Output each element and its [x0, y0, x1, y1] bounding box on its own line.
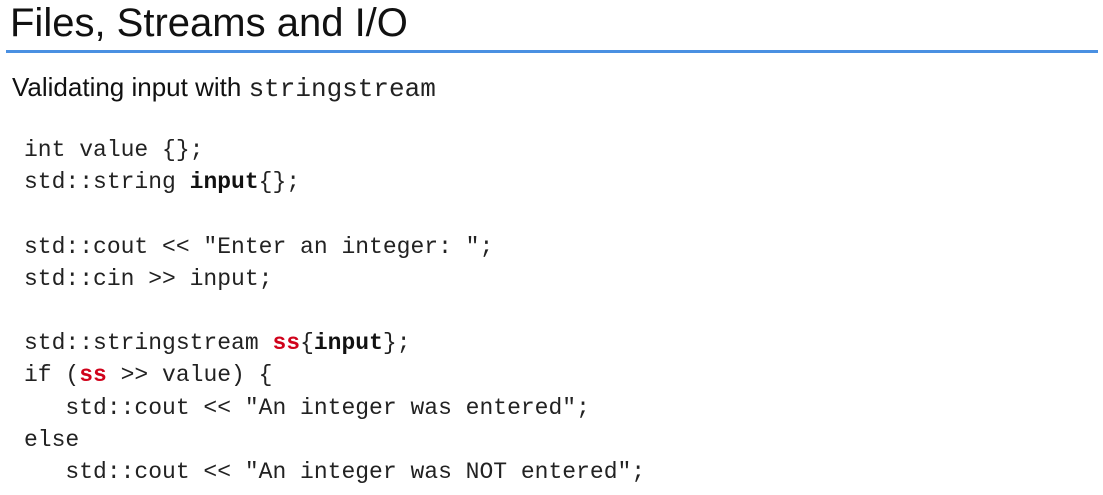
code-text: std::string	[24, 169, 190, 196]
code-highlight-ss: ss	[79, 362, 107, 389]
code-text: if (	[24, 362, 80, 389]
subtitle-code: stringstream	[248, 74, 436, 104]
code-line-3: std::cout << "Enter an integer: ";	[24, 233, 494, 260]
code-line-9: std::cout << "An integer was NOT entered…	[24, 458, 646, 485]
code-line-5: std::stringstream ss{input};	[24, 327, 645, 359]
code-line-7: std::cout << "An integer was entered";	[24, 394, 590, 421]
code-line-2: std::string input{};	[24, 166, 645, 198]
code-line-8: else	[24, 426, 80, 453]
code-highlight-input: input	[313, 330, 383, 357]
code-text: std::stringstream	[24, 330, 273, 357]
subtitle-text: Validating input with	[12, 72, 249, 102]
code-text: >> value) {	[106, 362, 273, 389]
code-text: };	[382, 330, 411, 357]
code-highlight-input: input	[189, 169, 259, 196]
slide-title: Files, Streams and I/O	[10, 1, 408, 45]
code-line-6: if (ss >> value) {	[24, 359, 645, 391]
code-text: {};	[258, 169, 301, 196]
code-text: {	[300, 330, 314, 357]
title-divider	[6, 50, 1098, 53]
code-highlight-ss: ss	[272, 330, 301, 357]
code-line-1: int value {};	[24, 137, 204, 163]
slide-subtitle: Validating input with stringstream	[12, 70, 436, 106]
code-block: int value {}; std::string input{}; std::co…	[24, 134, 645, 488]
code-line-4: std::cin >> input;	[24, 265, 273, 292]
